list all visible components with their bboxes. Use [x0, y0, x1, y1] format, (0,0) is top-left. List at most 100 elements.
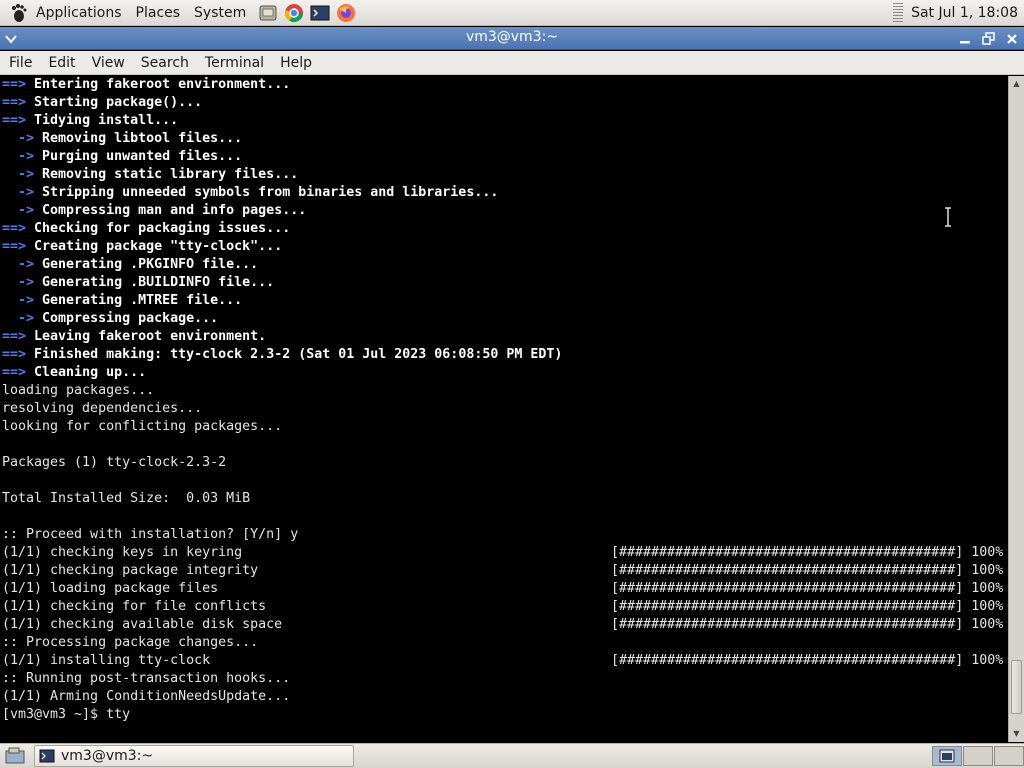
- firefox-icon[interactable]: [335, 2, 357, 24]
- terminal-line-prefix: ->: [2, 131, 43, 146]
- terminal-line: ==> Creating package "tty-clock"...: [2, 238, 1008, 256]
- bottom-panel: vm3@vm3:~: [0, 743, 1024, 768]
- terminal-line: ==> Cleaning up...: [2, 364, 1008, 382]
- progress-bar-text: [#######################################…: [611, 617, 1004, 632]
- clock[interactable]: Sat Jul 1, 18:08: [911, 5, 1018, 21]
- terminal-line-text: Generating .PKGINFO file...: [42, 257, 259, 272]
- close-icon[interactable]: [1002, 29, 1022, 48]
- terminal-line: (1/1) loading package files [############…: [2, 580, 1008, 598]
- terminal-line-prefix: ==>: [2, 113, 35, 128]
- terminal-line: -> Generating .BUILDINFO file...: [2, 274, 1008, 292]
- terminal-line-prefix: ==>: [2, 329, 35, 344]
- terminal-line-text: (1/1) checking package integrity: [2, 563, 259, 578]
- terminal-line: -> Compressing man and info pages...: [2, 202, 1008, 220]
- menu-search[interactable]: Search: [132, 51, 196, 75]
- menu-view[interactable]: View: [83, 51, 132, 75]
- terminal-line: resolving dependencies...: [2, 400, 1008, 418]
- workspace-2[interactable]: [963, 746, 993, 766]
- workspace-3[interactable]: [994, 746, 1024, 766]
- places-menu[interactable]: Places: [129, 0, 188, 26]
- terminal-line-text: :: Proceed with installation? [Y/n] y: [2, 527, 299, 542]
- terminal-line: (1/1) checking keys in keyring [#########…: [2, 544, 1008, 562]
- terminal-line: ==> Tidying install...: [2, 112, 1008, 130]
- top-panel: Applications Places System Sat Jul 1, 18…: [0, 0, 1024, 26]
- terminal-line: (1/1) installing tty-clock [#############…: [2, 652, 1008, 670]
- terminal-line: :: Running post-transaction hooks...: [2, 670, 1008, 688]
- terminal-line-text: Creating package "tty-clock"...: [34, 239, 283, 254]
- terminal-icon: [39, 749, 55, 763]
- text-cursor-icon: [945, 207, 951, 227]
- terminal-line-text: (1/1) installing tty-clock: [2, 653, 211, 668]
- terminal-line-prefix: ==>: [2, 347, 35, 362]
- gnome-foot-icon[interactable]: [7, 2, 29, 24]
- workspace-1[interactable]: [932, 746, 962, 766]
- terminal-line-text: resolving dependencies...: [2, 401, 203, 416]
- applications-menu[interactable]: Applications: [29, 0, 129, 26]
- terminal-line: ==> Starting package()...: [2, 94, 1008, 112]
- terminal-line-text: Removing static library files...: [42, 167, 299, 182]
- terminal-line-prefix: ->: [2, 311, 43, 326]
- terminal-line-text: Entering fakeroot environment...: [34, 77, 291, 92]
- terminal-line-text: Checking for packaging issues...: [34, 221, 291, 236]
- terminal-line: -> Compressing package...: [2, 310, 1008, 328]
- taskbar-terminal-button[interactable]: vm3@vm3:~: [34, 745, 354, 767]
- scroll-up-icon[interactable]: ▲: [1009, 76, 1024, 91]
- chrome-icon[interactable]: [283, 2, 305, 24]
- terminal-line-text: Packages (1) tty-clock-2.3-2: [2, 455, 227, 470]
- terminal-line: loading packages...: [2, 382, 1008, 400]
- terminal-line-text: (1/1) checking for file conflicts: [2, 599, 267, 614]
- terminal-line-text: (1/1) loading package files: [2, 581, 219, 596]
- menu-terminal[interactable]: Terminal: [196, 51, 271, 75]
- terminal-line: :: Proceed with installation? [Y/n] y: [2, 526, 1008, 544]
- scroll-down-icon[interactable]: ▼: [1009, 726, 1024, 741]
- minimize-icon[interactable]: [955, 29, 975, 48]
- terminal-line-text: Generating .MTREE file...: [42, 293, 243, 308]
- terminal-line: Packages (1) tty-clock-2.3-2: [2, 454, 1008, 472]
- menu-help[interactable]: Help: [271, 51, 319, 75]
- terminal-line: ==> Entering fakeroot environment...: [2, 76, 1008, 94]
- terminal-line-text: Compressing package...: [42, 311, 219, 326]
- terminal-line-prefix: ->: [2, 293, 43, 308]
- terminal-line-text: Leaving fakeroot environment.: [34, 329, 267, 344]
- terminal-line: (1/1) checking for file conflicts [######…: [2, 598, 1008, 616]
- system-menu[interactable]: System: [187, 0, 253, 26]
- terminal-line-text: Generating .BUILDINFO file...: [42, 275, 275, 290]
- terminal-line: [vm3@vm3 ~]$ tty: [2, 706, 1008, 724]
- terminal-line-text: (1/1) checking available disk space: [2, 617, 283, 632]
- progress-bar-text: [#######################################…: [611, 545, 1004, 560]
- terminal-text: ==> Entering fakeroot environment... ==> …: [0, 76, 1008, 724]
- terminal-line-prefix: ->: [2, 257, 43, 272]
- terminal-line-text: (1/1) checking keys in keyring: [2, 545, 243, 560]
- show-desktop-icon[interactable]: [2, 745, 28, 767]
- terminal-output[interactable]: ==> Entering fakeroot environment... ==> …: [0, 76, 1008, 742]
- terminal-line-prefix: ->: [2, 149, 43, 164]
- menu-bar: File Edit View Search Terminal Help: [0, 51, 1024, 75]
- progress-bar-text: [#######################################…: [611, 653, 1004, 668]
- terminal-line: -> Stripping unneeded symbols from binar…: [2, 184, 1008, 202]
- taskbar-label: vm3@vm3:~: [61, 748, 154, 764]
- terminal-line: (1/1) Arming ConditionNeedsUpdate...: [2, 688, 1008, 706]
- terminal-scrollbar[interactable]: ▲ ▼: [1008, 76, 1024, 742]
- terminal-line-text: (1/1) Arming ConditionNeedsUpdate...: [2, 689, 291, 704]
- terminal-line: -> Removing static library files...: [2, 166, 1008, 184]
- scrollbar-thumb[interactable]: [1011, 660, 1022, 714]
- menu-edit[interactable]: Edit: [39, 51, 82, 75]
- terminal-line-prefix: ->: [2, 167, 43, 182]
- terminal-line-prefix: ->: [2, 185, 43, 200]
- window-title-bar[interactable]: vm3@vm3:~: [0, 27, 1024, 50]
- terminal-line-text: Purging unwanted files...: [42, 149, 243, 164]
- terminal-line-text: [vm3@vm3 ~]$ tty: [2, 707, 131, 722]
- terminal-line-prefix: ->: [2, 203, 43, 218]
- terminal-line-text: Compressing man and info pages...: [42, 203, 307, 218]
- maximize-icon[interactable]: [978, 29, 998, 48]
- terminal-icon[interactable]: [309, 2, 331, 24]
- menu-file[interactable]: File: [0, 51, 39, 75]
- terminal-line: -> Generating .PKGINFO file...: [2, 256, 1008, 274]
- panel-drag-handle: [893, 2, 904, 23]
- terminal-line-prefix: ==>: [2, 221, 35, 236]
- terminal-line-prefix: ==>: [2, 365, 35, 380]
- file-manager-icon[interactable]: [257, 2, 279, 24]
- workspace-switcher: [931, 746, 1024, 766]
